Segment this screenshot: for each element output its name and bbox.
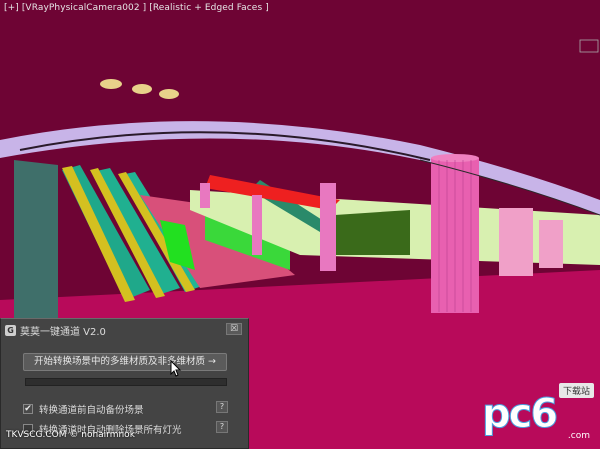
help-button-backup[interactable]: ?	[216, 401, 228, 413]
ceiling-light	[100, 79, 122, 89]
help-button-delete-lights[interactable]: ?	[216, 421, 228, 433]
column	[539, 220, 563, 268]
backup-checkbox[interactable]: ✔	[23, 404, 33, 414]
ceiling-light	[132, 84, 152, 94]
logo-badge: 下载站	[558, 383, 594, 398]
mouse-cursor-icon	[170, 360, 182, 377]
column	[499, 208, 533, 276]
backup-label: 转换通道前自动备份场景	[39, 405, 144, 416]
ceiling-light	[159, 89, 179, 99]
viewport-label[interactable]: [+] [VRayPhysicalCamera002 ] [Realistic …	[4, 3, 269, 13]
progress-bar	[25, 378, 227, 386]
pc6-logo: pc6 下载站 .com	[481, 383, 594, 443]
watermark-text: TKVSCG.COM © nohairmnok	[6, 430, 135, 440]
convert-button[interactable]: 开始转换场景中的多维材质及非多维材质 →	[23, 353, 227, 371]
app-icon: G	[5, 324, 16, 336]
left-wall	[14, 160, 58, 318]
logo-brand: pc6	[481, 391, 558, 438]
panel-title: 莫莫一键通道 V2.0	[20, 326, 106, 338]
close-button[interactable]: ☒	[226, 323, 242, 335]
logo-site: .com	[567, 431, 590, 441]
column	[252, 195, 262, 255]
option-backup[interactable]: ✔ 转换通道前自动备份场景	[23, 402, 144, 416]
column	[320, 183, 336, 271]
panel-titlebar[interactable]: G 莫莫一键通道 V2.0	[5, 323, 106, 338]
